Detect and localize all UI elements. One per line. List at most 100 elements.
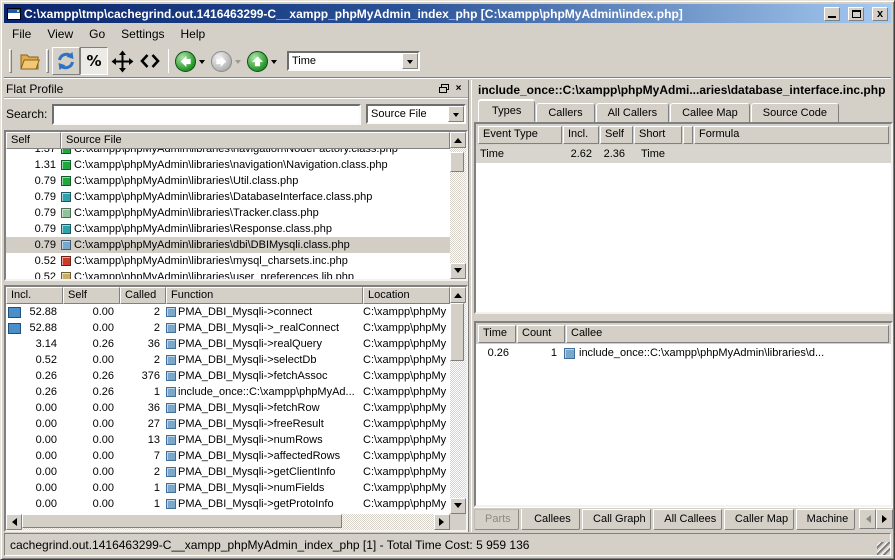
panel-splitter[interactable]: [468, 80, 472, 532]
column-header-formula[interactable]: Formula: [694, 126, 889, 144]
source-file-row[interactable]: 0.79C:\xampp\phpMyAdmin\libraries\Respon…: [6, 221, 450, 237]
scrollbar-thumb[interactable]: [450, 303, 464, 361]
menu-settings[interactable]: Settings: [113, 25, 172, 43]
dock-float-button[interactable]: [436, 82, 451, 96]
column-header-event-type[interactable]: Event Type: [478, 126, 562, 144]
function-row[interactable]: 0.000.007PMA_DBI_Mysqli->affectedRowsC:\…: [6, 448, 450, 464]
column-header-short[interactable]: Short: [634, 126, 682, 144]
dock-move-button[interactable]: [108, 47, 136, 75]
column-header-self[interactable]: Self: [6, 132, 61, 149]
title-bar[interactable]: C:\xampp\tmp\cachegrind.out.1416463299-C…: [4, 4, 891, 23]
menu-view[interactable]: View: [39, 25, 81, 43]
column-header-callee[interactable]: Callee: [566, 325, 889, 343]
toolbar-handle[interactable]: [9, 49, 12, 73]
tab-types[interactable]: Types: [478, 100, 535, 122]
column-header-incl-[interactable]: Incl.: [563, 126, 599, 144]
function-row[interactable]: 52.880.002PMA_DBI_Mysqli->_realConnectC:…: [6, 320, 450, 336]
column-header-incl-[interactable]: Incl.: [6, 287, 63, 304]
source-file-row[interactable]: 0.52C:\xampp\phpMyAdmin\libraries\mysql_…: [6, 253, 450, 269]
self-cost: 0.00: [63, 434, 120, 446]
open-file-button[interactable]: [15, 47, 43, 75]
scrollbar-track[interactable]: [450, 303, 466, 498]
tab-caller-map[interactable]: Caller Map: [724, 509, 794, 530]
tab-callee-map[interactable]: Callee Map: [670, 103, 750, 123]
scroll-right-button[interactable]: [434, 514, 450, 530]
function-row[interactable]: 0.000.001PMA_DBI_Mysqli->numFieldsC:\xam…: [6, 480, 450, 496]
tab-parts[interactable]: Parts: [474, 509, 519, 530]
toolbar-handle2[interactable]: [46, 49, 49, 73]
column-header-function[interactable]: Function: [166, 287, 363, 304]
tab-scroll-left-button[interactable]: [859, 509, 876, 529]
shorten-templates-button[interactable]: [136, 47, 164, 75]
tab-callees[interactable]: Callees: [521, 509, 580, 530]
function-row[interactable]: 0.260.261include_once::C:\xampp\phpMyAd.…: [6, 384, 450, 400]
maximize-button[interactable]: [848, 7, 864, 21]
tab-scroll-right-button[interactable]: [876, 509, 893, 529]
scrollbar-thumb[interactable]: [450, 152, 464, 172]
close-button[interactable]: x: [872, 7, 888, 21]
event-type-select[interactable]: Time: [287, 51, 420, 71]
dock-title-bar[interactable]: Flat Profile ×: [4, 80, 468, 98]
column-header-location[interactable]: Location: [363, 287, 450, 304]
scroll-left-button[interactable]: [6, 514, 22, 530]
group-dropdown-button[interactable]: [448, 106, 464, 122]
event-type-row[interactable]: Time2.622.36Time: [476, 145, 891, 163]
source-file-row[interactable]: 0.79C:\xampp\phpMyAdmin\libraries\Databa…: [6, 189, 450, 205]
column-header-self[interactable]: Self: [63, 287, 120, 304]
function-list-hscrollbar[interactable]: [6, 514, 450, 530]
column-header-source-file[interactable]: Source File: [61, 132, 450, 149]
function-row[interactable]: 3.140.2636PMA_DBI_Mysqli->realQueryC:\xa…: [6, 336, 450, 352]
scroll-down-button[interactable]: [450, 263, 466, 279]
tab-callers[interactable]: Callers: [536, 103, 594, 123]
search-input[interactable]: [52, 104, 361, 125]
function-row[interactable]: 0.000.0036PMA_DBI_Mysqli->fetchRowC:\xam…: [6, 400, 450, 416]
source-file-row[interactable]: 0.79C:\xampp\phpMyAdmin\libraries\Tracke…: [6, 205, 450, 221]
percentage-toggle-button[interactable]: %: [80, 47, 108, 75]
function-row[interactable]: 0.260.26376PMA_DBI_Mysqli->fetchAssocC:\…: [6, 368, 450, 384]
up-button[interactable]: [245, 49, 269, 73]
refresh-button[interactable]: [52, 47, 80, 75]
source-file-row[interactable]: 1.37C:\xampp\phpMyAdmin\libraries\naviga…: [6, 149, 450, 157]
function-row[interactable]: 0.000.001PMA_DBI_Mysqli->getProtoInfoC:\…: [6, 496, 450, 512]
tab-all-callees[interactable]: All Callees: [653, 509, 722, 530]
menu-help[interactable]: Help: [173, 25, 214, 43]
function-list-vscrollbar[interactable]: [450, 287, 466, 514]
source-file-row[interactable]: 0.79C:\xampp\phpMyAdmin\libraries\dbi\DB…: [6, 237, 450, 253]
callee-row[interactable]: 0.261include_once::C:\xampp\phpMyAdmin\l…: [476, 344, 891, 362]
event-type-dropdown-button[interactable]: [402, 53, 418, 69]
function-row[interactable]: 52.880.002PMA_DBI_Mysqli->connectC:\xamp…: [6, 304, 450, 320]
tab-call-graph[interactable]: Call Graph: [582, 509, 651, 530]
source-file-row[interactable]: 1.31C:\xampp\phpMyAdmin\libraries\naviga…: [6, 157, 450, 173]
tab-all-callers[interactable]: All Callers: [596, 103, 670, 123]
minimize-button[interactable]: [824, 7, 840, 21]
back-button[interactable]: [173, 49, 197, 73]
tab-machine[interactable]: Machine: [796, 509, 855, 530]
source-file-row[interactable]: 0.79C:\xampp\phpMyAdmin\libraries\Util.c…: [6, 173, 450, 189]
group-select[interactable]: Source File: [366, 104, 466, 124]
function-row[interactable]: 0.520.002PMA_DBI_Mysqli->selectDbC:\xamp…: [6, 352, 450, 368]
column-header-self[interactable]: Self: [600, 126, 633, 144]
menu-go[interactable]: Go: [81, 25, 113, 43]
resize-grip[interactable]: [877, 542, 890, 555]
up-dropdown-arrow[interactable]: [271, 60, 277, 67]
function-row[interactable]: 0.000.002PMA_DBI_Mysqli->getClientInfoC:…: [6, 464, 450, 480]
app-icon[interactable]: [7, 8, 21, 20]
dock-close-button[interactable]: ×: [451, 82, 466, 96]
file-list-scrollbar[interactable]: [450, 132, 466, 279]
back-dropdown-arrow[interactable]: [199, 60, 205, 67]
menu-file[interactable]: File: [4, 25, 39, 43]
tab-source-code[interactable]: Source Code: [751, 103, 839, 123]
column-header-time[interactable]: Time: [478, 325, 516, 343]
function-row[interactable]: 0.000.0013PMA_DBI_Mysqli->numRowsC:\xamp…: [6, 432, 450, 448]
scroll-up-button[interactable]: [450, 132, 466, 148]
forward-button[interactable]: [209, 49, 233, 73]
scroll-up-button[interactable]: [450, 287, 466, 303]
scroll-down-button[interactable]: [450, 498, 466, 514]
function-row[interactable]: 0.000.0027PMA_DBI_Mysqli->freeResultC:\x…: [6, 416, 450, 432]
scrollbar-track[interactable]: [450, 148, 466, 263]
scrollbar-track[interactable]: [22, 514, 434, 530]
column-header-count[interactable]: Count: [517, 325, 565, 343]
source-file-row[interactable]: 0.52C:\xampp\phpMyAdmin\libraries\user_p…: [6, 269, 450, 279]
scrollbar-thumb[interactable]: [22, 514, 342, 528]
column-header-called[interactable]: Called: [120, 287, 166, 304]
